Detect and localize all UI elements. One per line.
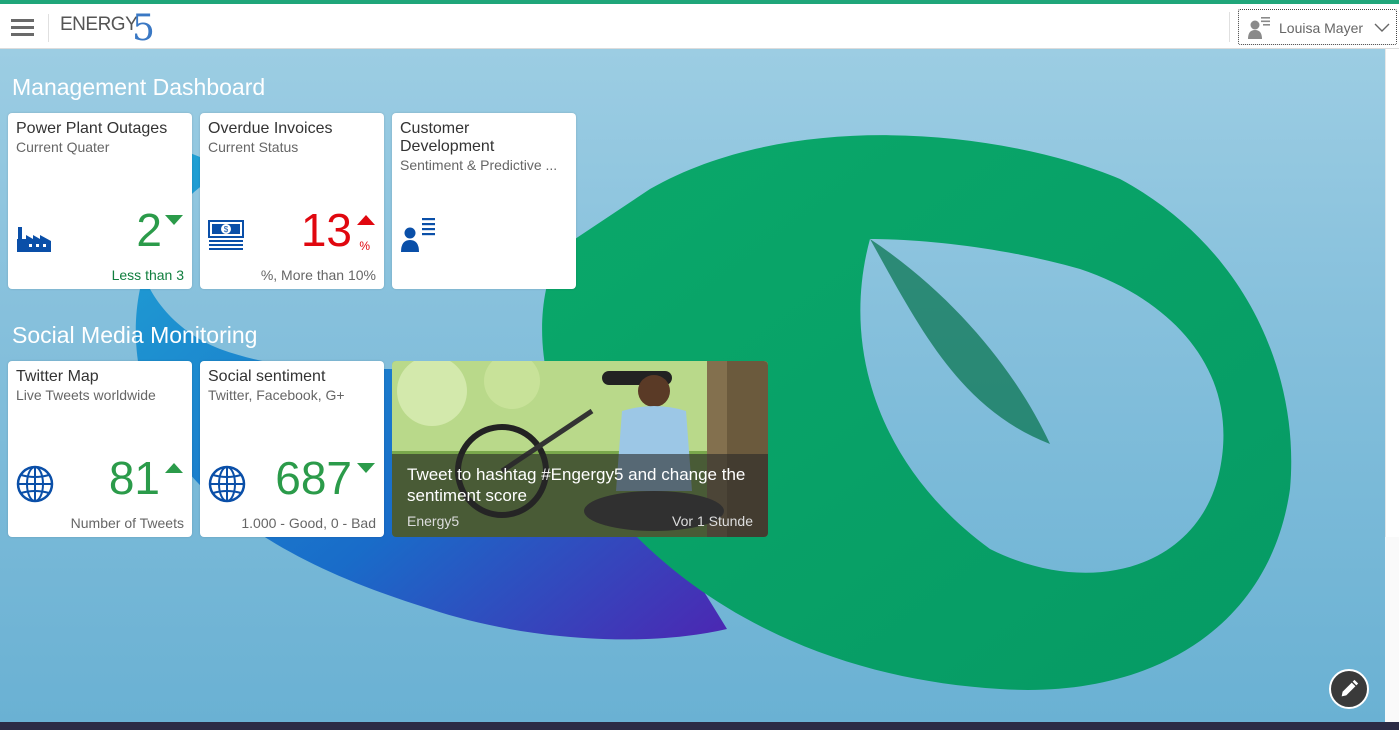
globe-icon (16, 465, 54, 503)
chevron-down-icon (1374, 23, 1390, 32)
tile-subtitle: Current Status (208, 139, 299, 155)
pencil-icon (1341, 679, 1359, 697)
tile-power-plant-outages[interactable]: Power Plant Outages Current Quater 2 Les… (8, 113, 192, 289)
tile-social-sentiment[interactable]: Social sentiment Twitter, Facebook, G+ 6… (200, 361, 384, 537)
globe-icon (208, 465, 246, 503)
kpi-footer: 1.000 - Good, 0 - Bad (241, 515, 376, 531)
factory-icon (17, 227, 51, 252)
scrollbar-thumb[interactable] (1385, 49, 1399, 537)
news-tile[interactable]: Tweet to hashtag #Engergy5 and change th… (392, 361, 768, 537)
news-timestamp: Vor 1 Stunde (672, 513, 753, 529)
kpi-unit: % (359, 239, 370, 253)
tile-customer-development[interactable]: Customer Development Sentiment & Predict… (392, 113, 576, 289)
trend-up-icon (357, 215, 375, 225)
tile-title: Power Plant Outages (16, 120, 168, 137)
svg-text:$: $ (224, 225, 229, 234)
news-source: Energy5 (407, 513, 460, 529)
tile-title: Social sentiment (208, 368, 326, 385)
bottom-strip (0, 722, 1399, 730)
trend-down-icon (165, 215, 183, 225)
divider (1229, 12, 1230, 42)
tile-subtitle: Live Tweets worldwide (16, 387, 156, 403)
edit-home-button[interactable] (1329, 669, 1369, 709)
tile-subtitle: Current Quater (16, 139, 110, 155)
menu-icon[interactable] (8, 12, 38, 42)
tile-overdue-invoices[interactable]: Overdue Invoices Current Status $ 13 % %… (200, 113, 384, 289)
kpi-footer: Less than 3 (111, 267, 184, 283)
user-name: Louisa Mayer (1279, 20, 1364, 36)
tile-title: Overdue Invoices (208, 120, 333, 137)
logo-text: ENERGY (60, 14, 138, 35)
tile-subtitle: Twitter, Facebook, G+ (208, 387, 345, 403)
logo-digit: 5 (132, 8, 155, 49)
tile-subtitle: Sentiment & Predictive ... (400, 157, 558, 173)
shell-bar: ENERGY 5 Louisa Mayer (0, 4, 1399, 49)
kpi-value: 2 (136, 204, 162, 256)
kpi-footer: Number of Tweets (70, 515, 184, 531)
kpi-value: 81 (108, 452, 160, 504)
tile-title: Customer Development (400, 120, 495, 155)
kpi-footer: %, More than 10% (260, 267, 376, 283)
kpi-value: 13 (300, 204, 352, 256)
home-background: Management Dashboard Power Plant Outages… (0, 49, 1385, 722)
tile-title: Twitter Map (16, 368, 99, 385)
user-icon (1248, 17, 1270, 39)
user-menu-button[interactable]: Louisa Mayer (1238, 9, 1397, 45)
divider (48, 14, 49, 42)
news-headline: Tweet to hashtag #Engergy5 and change th… (407, 465, 746, 505)
group-title-social-media: Social Media Monitoring (12, 322, 258, 348)
group-title-management: Management Dashboard (12, 74, 266, 100)
trend-down-icon (357, 463, 375, 473)
kpi-value: 687 (275, 452, 352, 504)
tile-twitter-map[interactable]: Twitter Map Live Tweets worldwide 81 Num… (8, 361, 192, 537)
customer-icon (401, 218, 435, 252)
trend-up-icon (165, 463, 183, 473)
money-icon: $ (208, 220, 244, 250)
